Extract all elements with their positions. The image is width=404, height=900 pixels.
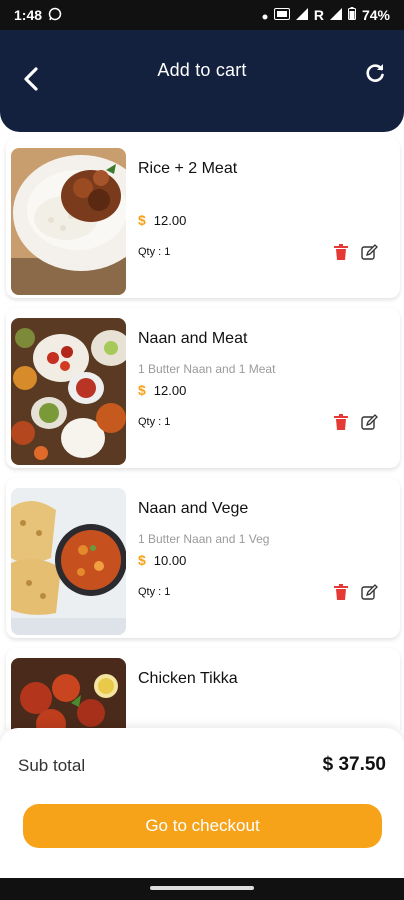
trash-icon: [334, 584, 348, 600]
app-header: Add to cart: [0, 30, 404, 132]
item-price: $ 12.00: [138, 212, 186, 228]
item-image: [11, 658, 126, 730]
status-time: 1:48: [14, 7, 43, 23]
currency-symbol: $: [138, 552, 146, 568]
home-gesture-handle[interactable]: [150, 886, 254, 890]
nfc-icon: [273, 7, 290, 23]
edit-icon: [360, 243, 378, 260]
edit-icon: [360, 583, 378, 600]
item-price: $ 10.00: [138, 552, 186, 568]
currency-symbol: $: [138, 382, 146, 398]
item-price: $ 12.00: [138, 382, 186, 398]
cart-list: Rice + 2 Meat $ 12.00 Qty : 1 Naan and M…: [0, 132, 404, 730]
item-qty: Qty : 1: [138, 416, 171, 428]
item-actions: [332, 243, 378, 261]
item-name: Chicken Tikka: [138, 670, 238, 687]
battery-percent: 74%: [361, 7, 390, 23]
edit-button[interactable]: [360, 413, 378, 431]
edit-icon: [360, 413, 378, 430]
item-actions: [332, 413, 378, 431]
checkout-button[interactable]: Go to checkout: [23, 804, 382, 848]
item-actions: [332, 583, 378, 601]
delete-button[interactable]: [332, 583, 350, 601]
item-qty: Qty : 1: [138, 246, 171, 258]
network-letter: R: [313, 7, 324, 23]
refresh-icon: [366, 64, 384, 82]
delete-button[interactable]: [332, 413, 350, 431]
checkout-summary: Sub total $ 37.50 Go to checkout: [0, 728, 404, 878]
currency-symbol: $: [138, 212, 146, 228]
cart-item[interactable]: Rice + 2 Meat $ 12.00 Qty : 1: [6, 138, 400, 298]
subtotal-label: Sub total: [18, 756, 86, 775]
trash-icon: [334, 244, 348, 260]
system-nav-bar: [0, 878, 404, 900]
cart-item[interactable]: Chicken Tikka: [6, 648, 400, 730]
edit-button[interactable]: [360, 243, 378, 261]
item-name: Naan and Vege: [138, 500, 249, 517]
edit-button[interactable]: [360, 583, 378, 601]
refresh-button[interactable]: [360, 58, 390, 88]
trash-icon: [334, 414, 348, 430]
status-right: R 74%: [262, 7, 390, 23]
delete-button[interactable]: [332, 243, 350, 261]
subtotal-value: $ 37.50: [322, 754, 386, 775]
signal-icon: [295, 7, 308, 23]
item-name: Naan and Meat: [138, 330, 248, 347]
price-value: 12.00: [153, 212, 187, 228]
item-image: [11, 318, 126, 465]
item-description: 1 Butter Naan and 1 Meat: [138, 362, 276, 376]
item-name: Rice + 2 Meat: [138, 160, 238, 177]
item-qty: Qty : 1: [138, 586, 171, 598]
dot-icon: [262, 7, 268, 23]
price-value: 10.00: [153, 552, 187, 568]
item-description: 1 Butter Naan and 1 Veg: [138, 532, 270, 546]
cart-item[interactable]: Naan and Vege 1 Butter Naan and 1 Veg $ …: [6, 478, 400, 638]
status-left: 1:48: [14, 7, 62, 24]
battery-icon: [347, 7, 356, 23]
signal-icon-2: [329, 7, 342, 23]
page-title: Add to cart: [157, 60, 247, 80]
item-image: [11, 488, 126, 635]
whatsapp-icon: [48, 7, 62, 24]
cart-item[interactable]: Naan and Meat 1 Butter Naan and 1 Meat $…: [6, 308, 400, 468]
price-value: 12.00: [153, 382, 187, 398]
status-bar: 1:48 R 74%: [0, 0, 404, 30]
item-image: [11, 148, 126, 295]
